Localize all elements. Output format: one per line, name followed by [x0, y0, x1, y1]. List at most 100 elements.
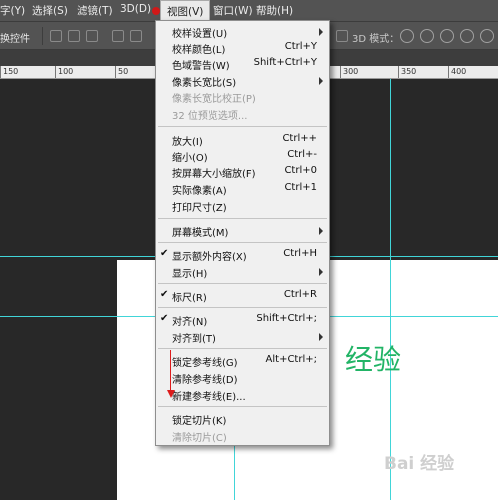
menu-item-print-size[interactable]: 打印尺寸(Z) — [156, 198, 329, 214]
menu-item-label: 清除参考线(D) — [172, 375, 238, 386]
ruler-label: 150 — [3, 67, 19, 76]
menu-item-shortcut: Ctrl+Y — [284, 41, 317, 52]
menu-item-32bit-preview: 32 位预览选项... — [156, 106, 329, 122]
annotation-arrow-head — [167, 390, 175, 398]
drag-3d-icon[interactable] — [440, 29, 454, 43]
align-top-icon[interactable] — [50, 30, 62, 42]
menu-item-snap-to[interactable]: 对齐到(T) — [156, 329, 329, 345]
menu-item-pixel-aspect-correction: 像素长宽比校正(P) — [156, 89, 329, 105]
menu-item-label: 显示额外内容(X) — [172, 252, 247, 263]
menu-item-shortcut: Alt+Ctrl+; — [265, 354, 317, 365]
menu-item-proof-colors[interactable]: 校样颜色(L) Ctrl+Y — [156, 40, 329, 56]
menu-item-shortcut: Ctrl+R — [283, 289, 317, 300]
annotation-arrow — [170, 350, 171, 392]
menu-item-screen-mode[interactable]: 屏幕模式(M) — [156, 223, 329, 239]
align-bottom-icon[interactable] — [86, 30, 98, 42]
menu-separator — [158, 348, 327, 349]
submenu-arrow-icon — [319, 268, 323, 276]
menu-window[interactable]: 窗口(W) — [213, 3, 253, 18]
menu-type[interactable]: 字(Y) — [0, 3, 25, 18]
scale-3d-icon[interactable] — [480, 29, 494, 43]
menu-separator — [158, 406, 327, 407]
check-icon: ✔ — [160, 248, 169, 259]
menu-item-show[interactable]: 显示(H) — [156, 264, 329, 280]
menu-item-proof-setup[interactable]: 校样设置(U) — [156, 24, 329, 40]
menu-select[interactable]: 选择(S) — [32, 3, 68, 18]
menu-item-label: 清除切片(C) — [172, 433, 227, 444]
menu-item-zoom-out[interactable]: 缩小(O) Ctrl+- — [156, 148, 329, 164]
submenu-arrow-icon — [319, 227, 323, 235]
3d-mode-label: 3D 模式： — [352, 34, 400, 45]
ruler-label: 300 — [343, 67, 359, 76]
guide-line[interactable] — [390, 79, 391, 500]
view-menu-dropdown: 校样设置(U) 校样颜色(L) Ctrl+Y 色域警告(W) Shift+Ctr… — [155, 20, 330, 446]
menu-item-label: 校样颜色(L) — [172, 45, 226, 56]
document-text: 经验 — [345, 343, 402, 376]
menu-view[interactable]: 视图(V) — [160, 0, 211, 22]
menu-item-label: 锁定切片(K) — [172, 416, 227, 427]
ruler-tick — [340, 66, 341, 78]
ruler-label: 50 — [118, 67, 129, 76]
check-icon: ✔ — [160, 313, 169, 324]
menu-item-label: 实际像素(A) — [172, 186, 227, 197]
rotate-3d-icon[interactable] — [400, 29, 414, 43]
menu-item-label: 对齐(N) — [172, 317, 208, 328]
menu-item-label: 打印尺寸(Z) — [172, 203, 227, 214]
menu-separator — [158, 242, 327, 243]
menu-bar: 字(Y) 选择(S) 滤镜(T) 3D(D) 视图(V) 窗口(W) 帮助(H) — [0, 0, 498, 22]
menu-item-shortcut: Ctrl+- — [287, 149, 317, 160]
slide-3d-icon[interactable] — [460, 29, 474, 43]
submenu-arrow-icon — [319, 28, 323, 36]
menu-item-label: 标尺(R) — [172, 293, 207, 304]
check-icon: ✔ — [160, 289, 169, 300]
menu-item-clear-slices: 清除切片(C) — [156, 428, 329, 444]
menu-item-label: 对齐到(T) — [172, 334, 216, 345]
menu-item-shortcut: Ctrl+H — [283, 248, 317, 259]
menu-item-clear-guides[interactable]: 清除参考线(D) — [156, 370, 329, 386]
menu-item-new-guide[interactable]: 新建参考线(E)... — [156, 387, 329, 403]
menu-item-lock-slices[interactable]: 锁定切片(K) — [156, 411, 329, 427]
menu-item-label: 屏幕模式(M) — [172, 228, 229, 239]
menu-item-label: 像素长宽比校正(P) — [172, 94, 256, 105]
menu-item-label: 新建参考线(E)... — [172, 392, 246, 403]
separator — [42, 27, 43, 45]
ruler-tick — [448, 66, 449, 78]
ruler-label: 400 — [451, 67, 467, 76]
menu-item-label: 缩小(O) — [172, 153, 208, 164]
menu-item-label: 校样设置(U) — [172, 29, 228, 40]
menu-item-actual-pixels[interactable]: 实际像素(A) Ctrl+1 — [156, 181, 329, 197]
menu-item-zoom-in[interactable]: 放大(I) Ctrl++ — [156, 132, 329, 148]
align-middle-icon[interactable] — [68, 30, 80, 42]
align-center-icon[interactable] — [130, 30, 142, 42]
menu-item-fit-on-screen[interactable]: 按屏幕大小缩放(F) Ctrl+0 — [156, 164, 329, 180]
menu-item-label: 32 位预览选项... — [172, 111, 248, 122]
menu-item-pixel-aspect-ratio[interactable]: 像素长宽比(S) — [156, 73, 329, 89]
menu-item-lock-guides[interactable]: 锁定参考线(G) Alt+Ctrl+; — [156, 353, 329, 369]
menu-item-rulers[interactable]: ✔ 标尺(R) Ctrl+R — [156, 288, 329, 304]
align-left-icon[interactable] — [112, 30, 124, 42]
menu-item-shortcut: Shift+Ctrl+Y — [253, 57, 317, 68]
menu-item-label: 按屏幕大小缩放(F) — [172, 169, 256, 180]
ruler-label: 100 — [58, 67, 74, 76]
menu-separator — [158, 126, 327, 127]
menu-item-label: 色域警告(W) — [172, 61, 230, 72]
menu-item-label: 放大(I) — [172, 137, 203, 148]
roll-3d-icon[interactable] — [420, 29, 434, 43]
menu-item-label: 像素长宽比(S) — [172, 78, 237, 89]
ruler-label: 350 — [401, 67, 417, 76]
menu-3d[interactable]: 3D(D) — [120, 3, 151, 15]
menu-separator — [158, 283, 327, 284]
menu-help[interactable]: 帮助(H) — [256, 3, 293, 18]
menu-filter[interactable]: 滤镜(T) — [77, 3, 113, 18]
menu-item-snap[interactable]: ✔ 对齐(N) Shift+Ctrl+; — [156, 312, 329, 328]
menu-item-extras[interactable]: ✔ 显示额外内容(X) Ctrl+H — [156, 247, 329, 263]
watermark: Bai 经验 — [384, 454, 455, 474]
menu-item-shortcut: Ctrl+1 — [284, 182, 317, 193]
distribute-icon[interactable] — [336, 30, 348, 42]
submenu-arrow-icon — [319, 77, 323, 85]
menu-item-gamut-warning[interactable]: 色域警告(W) Shift+Ctrl+Y — [156, 56, 329, 72]
menu-separator — [158, 218, 327, 219]
submenu-arrow-icon — [319, 333, 323, 341]
ruler-tick — [398, 66, 399, 78]
transform-controls-label[interactable]: 换控件 — [0, 30, 30, 45]
